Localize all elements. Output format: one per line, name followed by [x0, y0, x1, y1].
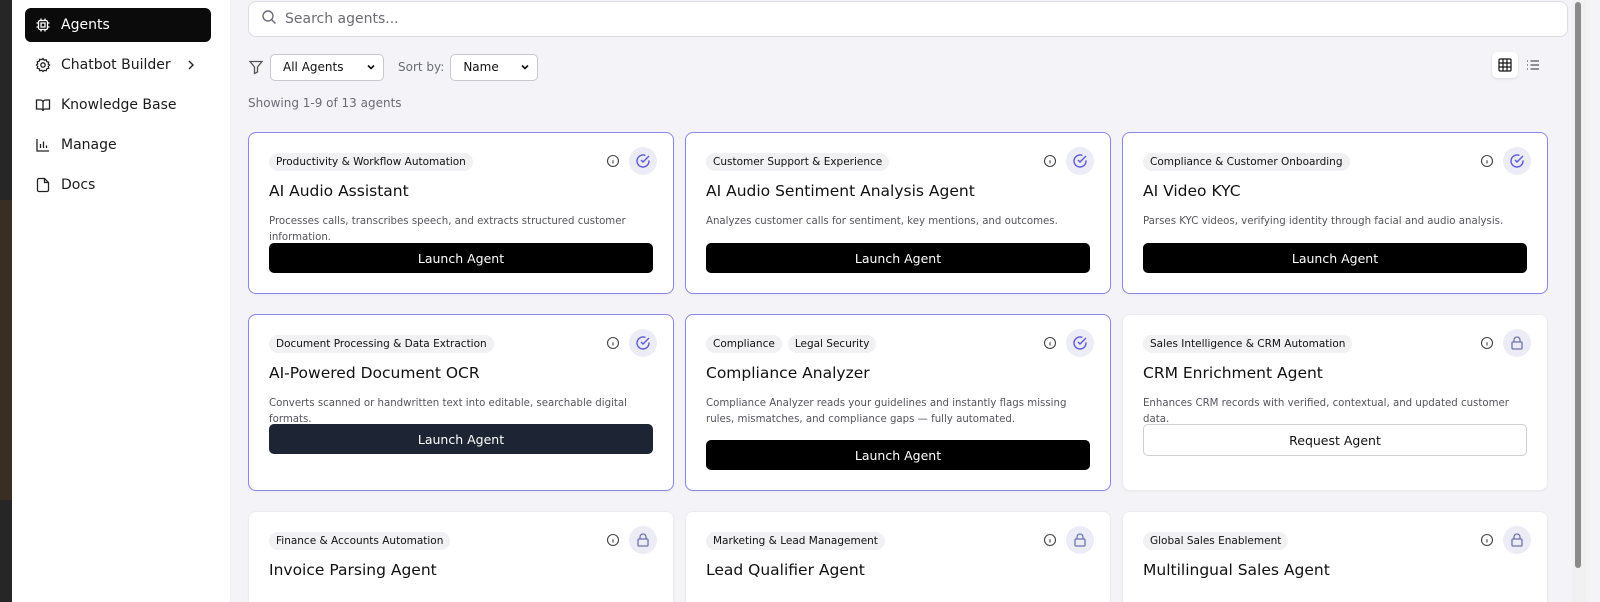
category-tag: Marketing & Lead Management	[706, 532, 885, 550]
agent-title: CRM Enrichment Agent	[1143, 364, 1323, 382]
agent-card[interactable]: Global Sales Enablement Multilingual Sal…	[1122, 511, 1548, 602]
agent-title: AI Audio Sentiment Analysis Agent	[706, 182, 975, 200]
sidebar: Agents Chatbot Builder Knowledge Base Ma…	[12, 0, 230, 602]
sort-label: Sort by:	[398, 60, 445, 74]
category-tag: Customer Support & Experience	[706, 153, 890, 171]
view-toggle	[1492, 52, 1546, 78]
check-circle-icon	[629, 329, 657, 357]
agent-description: Processes calls, transcribes speech, and…	[269, 216, 626, 243]
lock-icon	[1066, 526, 1094, 554]
sort-select[interactable]: Name	[450, 53, 539, 81]
list-view-button[interactable]	[1520, 52, 1546, 78]
agent-description: Analyzes customer calls for sentiment, k…	[706, 216, 1058, 227]
info-icon[interactable]	[605, 532, 621, 548]
check-circle-icon	[1066, 147, 1094, 175]
sidebar-item-label: Agents	[61, 17, 110, 33]
sidebar-item-agents[interactable]: Agents	[25, 8, 211, 42]
info-icon[interactable]	[1479, 532, 1495, 548]
lock-icon	[1503, 329, 1531, 357]
category-tag: Document Processing & Data Extraction	[269, 335, 494, 353]
launch-agent-button[interactable]: Launch Agent	[706, 243, 1090, 273]
scrollbar[interactable]	[1572, 0, 1586, 602]
category-tag: Legal Security	[787, 335, 877, 353]
agent-description: Compliance Analyzer reads your guideline…	[706, 398, 1067, 425]
scrollbar-thumb[interactable]	[1575, 2, 1581, 568]
book-icon	[35, 97, 51, 113]
category-select-value: All Agents	[283, 60, 344, 74]
category-tag: Productivity & Workflow Automation	[269, 153, 473, 171]
filter-row: All Agents Sort by: Name	[248, 53, 539, 81]
sidebar-item-label: Manage	[61, 137, 117, 153]
category-tag: Compliance	[706, 335, 782, 353]
search-input[interactable]	[285, 11, 1485, 27]
info-icon[interactable]	[605, 335, 621, 351]
agent-card[interactable]: Sales Intelligence & CRM Automation CRM …	[1122, 314, 1548, 491]
category-tag: Compliance & Customer Onboarding	[1143, 153, 1350, 171]
category-tag: Finance & Accounts Automation	[269, 532, 451, 550]
agent-card[interactable]: Document Processing & Data Extraction AI…	[248, 314, 674, 491]
request-agent-button[interactable]: Request Agent	[1143, 424, 1527, 456]
gear-icon	[35, 57, 51, 73]
sidebar-item-label: Docs	[61, 177, 96, 193]
info-icon[interactable]	[1042, 335, 1058, 351]
launch-agent-button[interactable]: Launch Agent	[1143, 243, 1527, 273]
agent-card[interactable]: Compliance & Customer Onboarding AI Vide…	[1122, 132, 1548, 294]
document-icon	[35, 177, 51, 193]
category-tag: Sales Intelligence & CRM Automation	[1143, 335, 1353, 353]
agent-title: Compliance Analyzer	[706, 364, 870, 382]
check-circle-icon	[1503, 147, 1531, 175]
info-icon[interactable]	[1042, 153, 1058, 169]
background-window-band	[0, 200, 12, 500]
launch-agent-button[interactable]: Launch Agent	[706, 440, 1090, 470]
check-circle-icon	[1066, 329, 1094, 357]
sidebar-item-chatbot-builder[interactable]: Chatbot Builder	[25, 48, 211, 82]
chevron-down-icon	[521, 64, 529, 70]
agent-card[interactable]: Compliance Legal Security Compliance Ana…	[685, 314, 1111, 491]
info-icon[interactable]	[1042, 532, 1058, 548]
sidebar-item-manage[interactable]: Manage	[25, 128, 211, 162]
agent-card[interactable]: Marketing & Lead Management Lead Qualifi…	[685, 511, 1111, 602]
category-tag: Global Sales Enablement	[1143, 532, 1289, 550]
sidebar-item-knowledge-base[interactable]: Knowledge Base	[25, 88, 211, 122]
agent-title: AI Video KYC	[1143, 182, 1241, 200]
search-icon	[261, 9, 277, 29]
grid-view-button[interactable]	[1492, 52, 1518, 78]
sidebar-item-label: Knowledge Base	[61, 97, 177, 113]
chevron-right-icon[interactable]	[183, 57, 199, 73]
search-bar[interactable]	[248, 1, 1568, 37]
check-circle-icon	[629, 147, 657, 175]
chevron-down-icon	[367, 64, 375, 70]
background-window-edge	[0, 0, 12, 602]
lock-icon	[629, 526, 657, 554]
launch-agent-button[interactable]: Launch Agent	[269, 424, 653, 454]
agent-card[interactable]: Finance & Accounts Automation Invoice Pa…	[248, 511, 674, 602]
sidebar-item-docs[interactable]: Docs	[25, 168, 211, 202]
info-icon[interactable]	[605, 153, 621, 169]
main-content: All Agents Sort by: Name Showing 1-9 of …	[230, 0, 1586, 602]
sort-select-value: Name	[463, 60, 499, 74]
agent-title: Lead Qualifier Agent	[706, 561, 865, 579]
category-select[interactable]: All Agents	[270, 53, 384, 81]
agent-description: Parses KYC videos, verifying identity th…	[1143, 216, 1504, 227]
launch-agent-button[interactable]: Launch Agent	[269, 243, 653, 273]
list-icon	[1527, 60, 1539, 70]
sidebar-item-label: Chatbot Builder	[61, 57, 171, 73]
lock-icon	[1503, 526, 1531, 554]
cpu-icon	[35, 17, 51, 33]
agent-title: AI-Powered Document OCR	[269, 364, 480, 382]
results-count: Showing 1-9 of 13 agents	[248, 96, 402, 110]
agent-title: Multilingual Sales Agent	[1143, 561, 1330, 579]
bar-chart-icon	[35, 137, 51, 153]
agent-card[interactable]: Productivity & Workflow Automation AI Au…	[248, 132, 674, 294]
agent-title: Invoice Parsing Agent	[269, 561, 437, 579]
filter-icon	[248, 59, 264, 75]
info-icon[interactable]	[1479, 153, 1495, 169]
agent-card[interactable]: Customer Support & Experience AI Audio S…	[685, 132, 1111, 294]
agent-title: AI Audio Assistant	[269, 182, 409, 200]
grid-icon	[1498, 58, 1512, 72]
info-icon[interactable]	[1479, 335, 1495, 351]
